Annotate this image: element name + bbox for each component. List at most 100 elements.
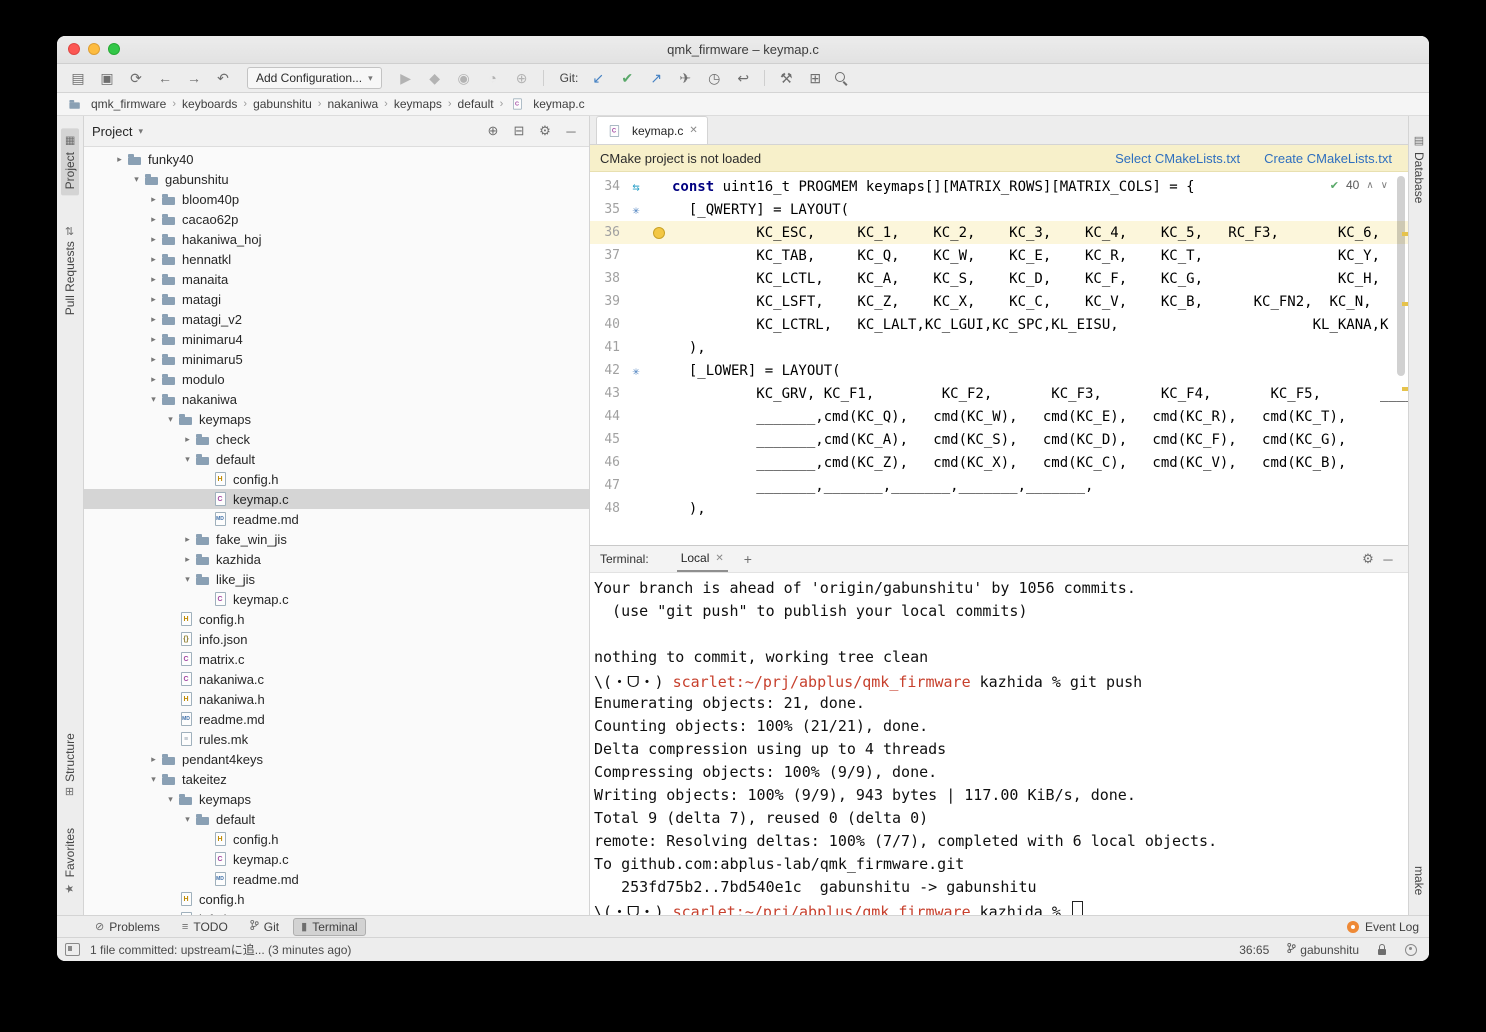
code-line[interactable]: 43 KC_GRV, KC_F1, KC_F2, KC_F3, KC_F4, K… xyxy=(590,382,1408,405)
inspections-indicator-icon[interactable] xyxy=(1405,944,1417,956)
warning-stripe-mark[interactable] xyxy=(1402,232,1408,236)
code-line[interactable]: 39 KC_LSFT, KC_Z, KC_X, KC_C, KC_V, KC_B… xyxy=(590,290,1408,313)
debug-icon[interactable]: ◆ xyxy=(424,68,446,88)
attach-process-icon[interactable]: ⊕ xyxy=(511,68,533,88)
terminal-tab-local[interactable]: Local ✕ xyxy=(677,546,728,572)
chevron-down-icon[interactable]: ▾ xyxy=(163,794,178,805)
status-message[interactable]: 1 file committed: upstreamに追... (3 minut… xyxy=(90,941,351,958)
event-log-button[interactable]: Event Log xyxy=(1347,920,1419,934)
tree-item[interactable]: ▸hakaniwa_hoj xyxy=(84,229,589,249)
wrench-icon[interactable]: ⚒ xyxy=(775,68,797,88)
tree-item[interactable]: ▸minimaru5 xyxy=(84,349,589,369)
breadcrumb-item[interactable]: keymaps xyxy=(394,97,442,111)
tree-item[interactable]: ▸cacao62p xyxy=(84,209,589,229)
tree-item[interactable]: Ckeymap.c xyxy=(84,849,589,869)
chevron-down-icon[interactable]: ▾ xyxy=(163,414,178,425)
code-line[interactable]: 45 _______,cmd(KC_A), cmd(KC_S), cmd(KC_… xyxy=(590,428,1408,451)
warning-stripe-mark[interactable] xyxy=(1402,302,1408,306)
zoom-window-button[interactable] xyxy=(108,43,120,55)
chevron-right-icon[interactable]: ▸ xyxy=(146,354,161,365)
code-line[interactable]: 46 _______,cmd(KC_Z), cmd(KC_X), cmd(KC_… xyxy=(590,451,1408,474)
hide-panel-icon[interactable]: ─ xyxy=(561,121,581,141)
tree-item[interactable]: ▸modulo xyxy=(84,369,589,389)
close-tab-icon[interactable]: ✕ xyxy=(689,125,697,136)
toolwindow-make-button[interactable]: make xyxy=(1410,860,1428,901)
chevron-right-icon[interactable]: ▸ xyxy=(146,194,161,205)
chevron-right-icon[interactable]: ▸ xyxy=(180,434,195,445)
chevron-down-icon[interactable]: ▾ xyxy=(180,574,195,585)
chevron-right-icon[interactable]: ▸ xyxy=(146,214,161,225)
breadcrumb-item[interactable]: keyboards xyxy=(182,97,237,111)
breadcrumb-item[interactable]: nakaniwa xyxy=(327,97,378,111)
tree-item[interactable]: ▾gabunshitu xyxy=(84,169,589,189)
chevron-right-icon[interactable]: ▸ xyxy=(146,254,161,265)
tree-item[interactable]: MDreadme.md xyxy=(84,869,589,889)
warning-stripe-mark[interactable] xyxy=(1402,387,1408,391)
tree-item[interactable]: ▸minimaru4 xyxy=(84,329,589,349)
toolwindow-favorites-button[interactable]: ★ Favorites xyxy=(61,822,79,901)
tree-item[interactable]: MDreadme.md xyxy=(84,509,589,529)
chevron-down-icon[interactable]: ▾ xyxy=(129,174,144,185)
toolwindow-problems-button[interactable]: ⊘ Problems xyxy=(87,918,168,936)
rollback-icon[interactable]: ↩ xyxy=(732,68,754,88)
chevron-right-icon[interactable]: ▸ xyxy=(180,534,195,545)
shelve-icon[interactable]: ✈ xyxy=(674,68,696,88)
tree-item[interactable]: ▸pendant4keys xyxy=(84,749,589,769)
readonly-lock-icon[interactable] xyxy=(1377,944,1387,956)
update-project-icon[interactable]: ↙ xyxy=(587,68,609,88)
tree-item[interactable]: Cnakaniwa.c xyxy=(84,669,589,689)
coverage-icon[interactable]: ◉ xyxy=(453,68,475,88)
project-panel-title[interactable]: Project xyxy=(92,124,132,139)
toolwindow-git-button[interactable]: Git xyxy=(242,917,287,936)
chevron-down-icon[interactable]: ▾ xyxy=(180,814,195,825)
chevron-down-icon[interactable]: ▾ xyxy=(146,774,161,785)
commit-icon[interactable]: ✔ xyxy=(616,68,638,88)
breadcrumb-item[interactable]: Ckeymap.c xyxy=(509,96,584,112)
tree-item[interactable]: ▸fake_win_jis xyxy=(84,529,589,549)
tree-item[interactable]: ▾default xyxy=(84,809,589,829)
tree-item[interactable]: Hconfig.h xyxy=(84,889,589,909)
code-line[interactable]: 38 KC_LCTL, KC_A, KC_S, KC_D, KC_F, KC_G… xyxy=(590,267,1408,290)
undo-icon[interactable]: ↶ xyxy=(212,68,234,88)
code-line[interactable]: 42✳ [_LOWER] = LAYOUT( xyxy=(590,359,1408,382)
project-tree[interactable]: ▸funky40▾gabunshitu▸bloom40p▸cacao62p▸ha… xyxy=(84,147,589,915)
chevron-right-icon[interactable]: ▸ xyxy=(146,314,161,325)
tree-item[interactable]: MDreadme.md xyxy=(84,709,589,729)
intention-bulb-icon[interactable] xyxy=(646,227,672,239)
toolwindow-switcher-icon[interactable] xyxy=(65,943,80,956)
toolwindow-project-button[interactable]: Project ▦ xyxy=(61,128,79,195)
code-line[interactable]: 48 ), xyxy=(590,497,1408,520)
toolwindow-terminal-button[interactable]: ▮ Terminal xyxy=(293,918,365,936)
chevron-right-icon[interactable]: ▸ xyxy=(146,294,161,305)
chevron-right-icon[interactable]: ▸ xyxy=(146,754,161,765)
caret-position[interactable]: 36:65 xyxy=(1239,943,1269,957)
chevron-right-icon[interactable]: ▸ xyxy=(146,274,161,285)
tree-item[interactable]: Ckeymap.c xyxy=(84,489,589,509)
chevron-down-icon[interactable]: ▾ xyxy=(180,454,195,465)
prev-problem-icon[interactable]: ∧ xyxy=(1366,180,1373,191)
tree-item[interactable]: ▸hennatkl xyxy=(84,249,589,269)
create-cmakelists-link[interactable]: Create CMakeLists.txt xyxy=(1264,151,1392,166)
close-window-button[interactable] xyxy=(68,43,80,55)
code-line[interactable]: 47 _______,_______,_______,_______,_____… xyxy=(590,474,1408,497)
tree-item[interactable]: Hnakaniwa.h xyxy=(84,689,589,709)
tree-item[interactable]: ▾keymaps xyxy=(84,409,589,429)
code-line[interactable]: 44 _______,cmd(KC_Q), cmd(KC_W), cmd(KC_… xyxy=(590,405,1408,428)
tree-item[interactable]: Hconfig.h xyxy=(84,469,589,489)
minimize-window-button[interactable] xyxy=(88,43,100,55)
tree-item[interactable]: ▸kazhida xyxy=(84,549,589,569)
save-all-icon[interactable]: ▣ xyxy=(96,68,118,88)
hide-terminal-icon[interactable]: ─ xyxy=(1378,552,1398,567)
tree-item[interactable]: Hconfig.h xyxy=(84,829,589,849)
chevron-right-icon[interactable]: ▸ xyxy=(146,334,161,345)
tree-item[interactable]: ▾default xyxy=(84,449,589,469)
code-line[interactable]: 36 KC_ESC, KC_1, KC_2, KC_3, KC_4, KC_5,… xyxy=(590,221,1408,244)
toolwindow-database-button[interactable]: ▤ Database xyxy=(1410,128,1428,209)
tree-item[interactable]: ▸bloom40p xyxy=(84,189,589,209)
code-line[interactable]: 35✳ [_QWERTY] = LAYOUT( xyxy=(590,198,1408,221)
chevron-right-icon[interactable]: ▸ xyxy=(146,374,161,385)
tree-item[interactable]: ▸manaita xyxy=(84,269,589,289)
git-branch-widget[interactable]: gabunshitu xyxy=(1287,942,1359,957)
tree-item[interactable]: ▸funky40 xyxy=(84,149,589,169)
tree-item[interactable]: Cmatrix.c xyxy=(84,649,589,669)
